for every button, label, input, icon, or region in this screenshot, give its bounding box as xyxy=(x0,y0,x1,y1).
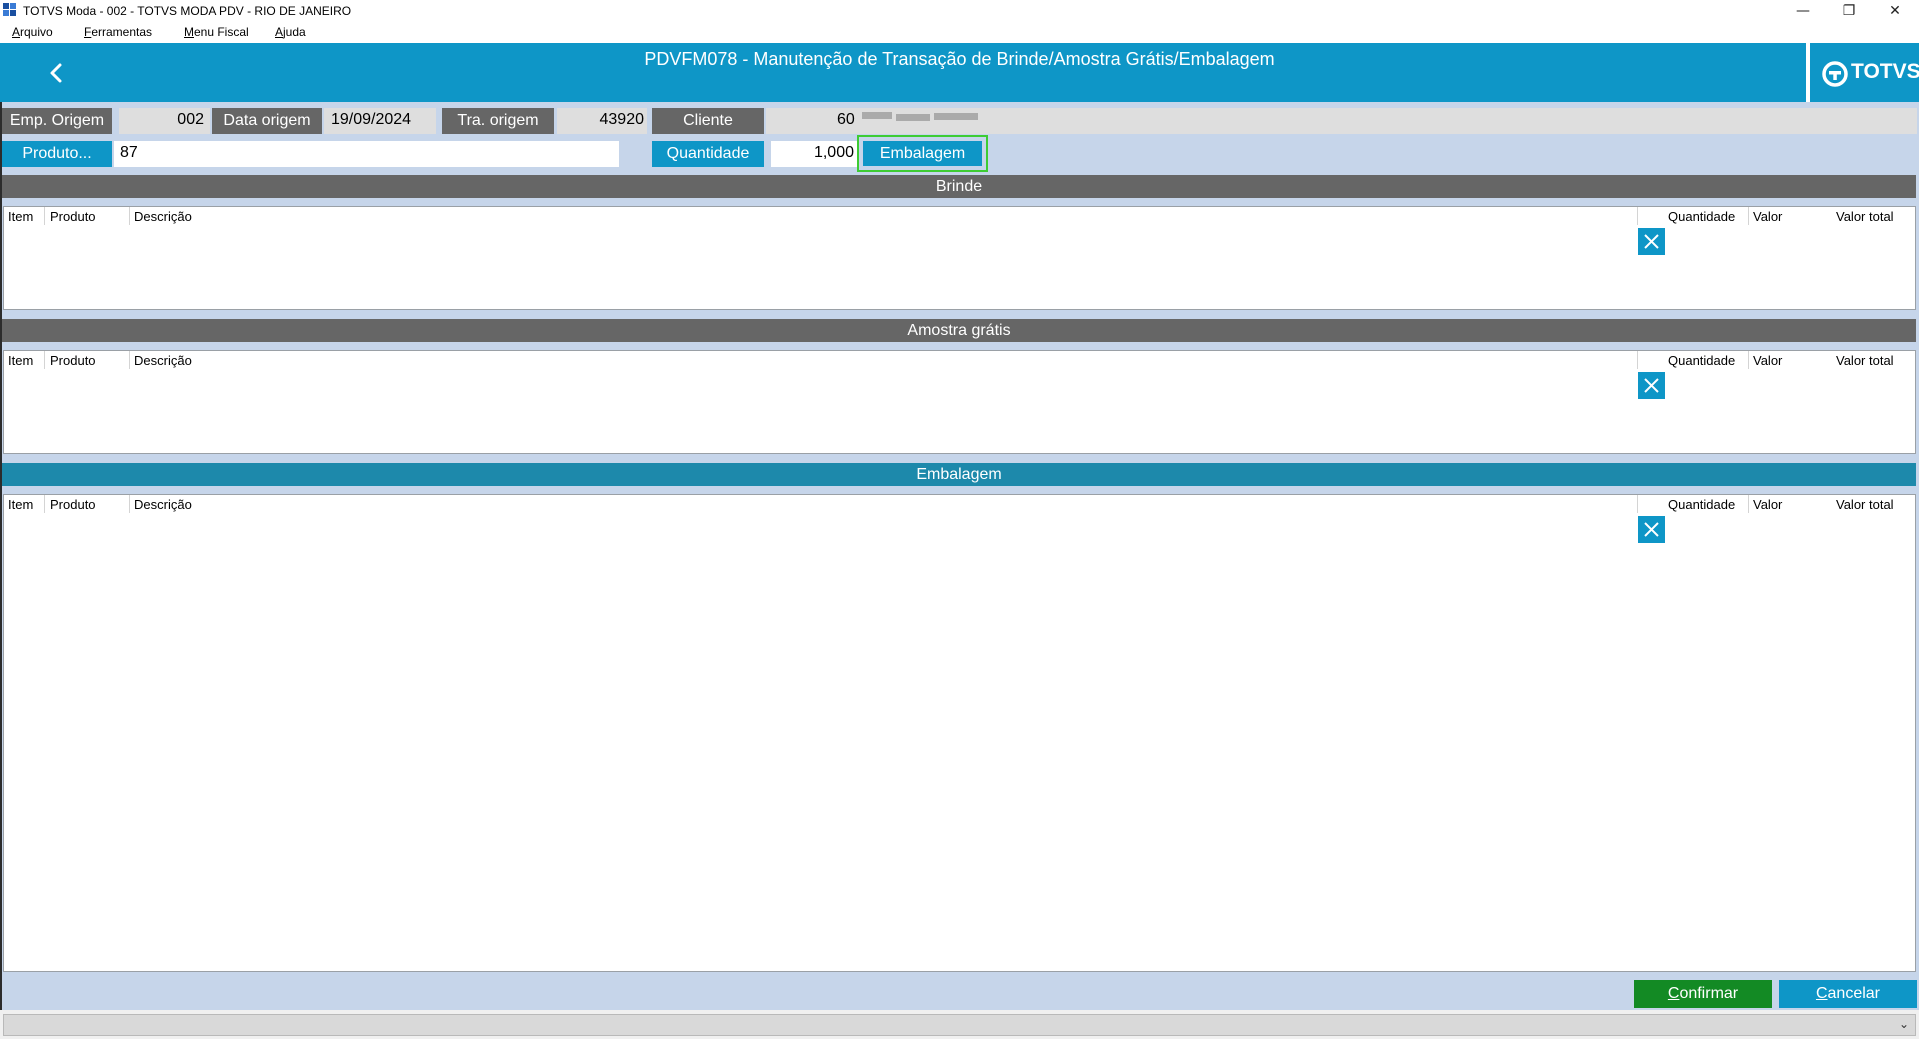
amostra-grid[interactable]: Item Produto Descrição Quantidade Valor … xyxy=(3,350,1916,454)
cliente-code: 60 xyxy=(837,111,855,128)
data-origem-value: 19/09/2024 xyxy=(324,108,436,134)
produto-button[interactable]: Produto... xyxy=(2,141,112,167)
embalagem-button-label: Embalagem xyxy=(863,141,982,166)
col-separator xyxy=(1748,495,1749,513)
col-valor-total: Valor total xyxy=(1836,353,1894,368)
col-separator xyxy=(129,495,130,513)
menu-arquivo[interactable]: Arquivo xyxy=(12,25,53,39)
page-header: PDVFM078 - Manutenção de Transação de Br… xyxy=(0,43,1919,102)
section-embalagem-header: Embalagem xyxy=(2,463,1916,486)
page-title: PDVFM078 - Manutenção de Transação de Br… xyxy=(644,49,1275,69)
brinde-grid[interactable]: Item Produto Descrição Quantidade Valor … xyxy=(3,206,1916,310)
embalagem-grid[interactable]: Item Produto Descrição Quantidade Valor … xyxy=(3,494,1916,972)
col-descricao: Descrição xyxy=(134,353,192,368)
produto-input[interactable]: 87 xyxy=(114,141,619,167)
amostra-delete-button[interactable] xyxy=(1638,372,1665,399)
col-separator xyxy=(44,207,45,225)
embalagem-button[interactable]: Embalagem xyxy=(857,135,988,172)
confirm-button[interactable]: Confirmar xyxy=(1634,980,1772,1008)
col-descricao: Descrição xyxy=(134,209,192,224)
col-item: Item xyxy=(8,353,34,368)
cliente-label: Cliente xyxy=(652,108,764,134)
col-produto: Produto xyxy=(50,209,96,224)
col-valor: Valor xyxy=(1753,497,1783,512)
embalagem-delete-button[interactable] xyxy=(1638,516,1665,543)
menu-ferramentas[interactable]: Ferramentas xyxy=(84,25,152,39)
col-separator xyxy=(44,495,45,513)
logo-text: TOTVS xyxy=(1851,60,1919,83)
close-icon xyxy=(1644,378,1659,393)
minimize-icon[interactable]: — xyxy=(1780,0,1826,22)
window-titlebar: TOTVS Moda - 002 - TOTVS MODA PDV - RIO … xyxy=(0,0,1919,22)
emp-origem-label: Emp. Origem xyxy=(2,108,112,134)
section-brinde-header: Brinde xyxy=(2,175,1916,198)
tra-origem-label: Tra. origem xyxy=(442,108,554,134)
app-icon xyxy=(3,3,17,17)
col-separator xyxy=(1748,207,1749,225)
col-item: Item xyxy=(8,497,34,512)
cancel-button[interactable]: Cancelar xyxy=(1779,980,1917,1008)
col-item: Item xyxy=(8,209,34,224)
quantidade-input[interactable]: 1,000 xyxy=(771,141,857,167)
col-separator xyxy=(1637,207,1638,225)
col-descricao: Descrição xyxy=(134,497,192,512)
col-produto: Produto xyxy=(50,497,96,512)
close-icon xyxy=(1644,522,1659,537)
col-valor-total: Valor total xyxy=(1836,209,1894,224)
col-separator xyxy=(129,351,130,369)
restore-icon[interactable]: ❐ xyxy=(1826,0,1872,22)
col-separator xyxy=(44,351,45,369)
col-valor: Valor xyxy=(1753,353,1783,368)
cliente-name-redacted xyxy=(862,109,980,125)
col-quantidade: Quantidade xyxy=(1668,353,1736,368)
tra-origem-value: 43920 xyxy=(557,108,647,134)
col-produto: Produto xyxy=(50,353,96,368)
totvs-logo-icon xyxy=(1822,61,1848,87)
emp-origem-value: 002 xyxy=(119,108,210,134)
close-icon[interactable]: ✕ xyxy=(1872,0,1918,22)
col-separator xyxy=(129,207,130,225)
col-separator xyxy=(1637,351,1638,369)
col-separator xyxy=(1748,351,1749,369)
status-bar: ⌄ xyxy=(0,1010,1919,1039)
menu-bar: Arquivo Ferramentas Menu Fiscal Ajuda xyxy=(0,22,1919,42)
window-title: TOTVS Moda - 002 - TOTVS MODA PDV - RIO … xyxy=(23,4,352,18)
col-quantidade: Quantidade xyxy=(1668,497,1736,512)
menu-fiscal[interactable]: Menu Fiscal xyxy=(184,25,249,39)
quantidade-label: Quantidade xyxy=(652,141,764,167)
data-origem-label: Data origem xyxy=(212,108,322,134)
close-icon xyxy=(1644,234,1659,249)
section-amostra-header: Amostra grátis xyxy=(2,319,1916,342)
col-valor-total: Valor total xyxy=(1836,497,1894,512)
col-separator xyxy=(1637,495,1638,513)
col-valor: Valor xyxy=(1753,209,1783,224)
col-quantidade: Quantidade xyxy=(1668,209,1736,224)
menu-ajuda[interactable]: Ajuda xyxy=(275,25,306,39)
status-dropdown[interactable]: ⌄ xyxy=(3,1014,1916,1036)
brinde-delete-button[interactable] xyxy=(1638,228,1665,255)
totvs-logo: TOTVS xyxy=(1806,43,1919,102)
chevron-down-icon: ⌄ xyxy=(1898,1017,1909,1031)
